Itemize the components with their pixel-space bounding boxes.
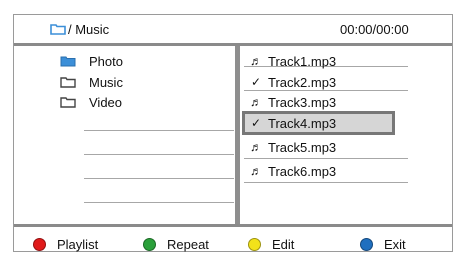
button-label: Edit: [272, 236, 295, 252]
folder-icon: [60, 96, 76, 108]
folder-icon: [60, 76, 76, 88]
row-separator: [244, 158, 408, 159]
red-button-icon: [33, 237, 46, 251]
current-path: / Music: [50, 19, 109, 39]
repeat-button[interactable]: Repeat: [143, 234, 209, 254]
track-label: Track4.mp3: [268, 115, 337, 131]
track-item[interactable]: ♬ Track3.mp3: [248, 93, 336, 111]
music-note-icon: ♬: [250, 164, 262, 178]
folder-label: Music: [89, 74, 123, 90]
folder-label: Video: [89, 94, 123, 110]
check-icon: ✓: [250, 116, 262, 130]
folder-item-photo[interactable]: Photo: [60, 52, 123, 70]
music-note-icon: ♬: [250, 54, 262, 68]
column-divider: [235, 46, 240, 224]
folder-icon: [50, 23, 66, 35]
track-item[interactable]: ♬ Track1.mp3: [248, 52, 336, 70]
folder-item-music[interactable]: Music: [60, 73, 123, 91]
button-label: Repeat: [167, 236, 209, 252]
track-item[interactable]: ✓ Track2.mp3: [248, 73, 336, 91]
track-item-selected[interactable]: ✓ Track4.mp3: [248, 114, 336, 132]
playback-time: 00:00/00:00: [340, 22, 409, 37]
path-label: / Music: [68, 21, 110, 37]
track-item[interactable]: ♬ Track5.mp3: [248, 138, 336, 156]
row-separator: [84, 130, 234, 131]
header-divider: [14, 43, 452, 46]
folder-item-video[interactable]: Video: [60, 93, 122, 111]
track-label: Track3.mp3: [268, 94, 337, 110]
music-note-icon: ♬: [250, 95, 262, 109]
footer-divider: [14, 224, 452, 227]
exit-button[interactable]: Exit: [360, 234, 406, 254]
track-label: Track5.mp3: [268, 139, 337, 155]
music-note-icon: ♬: [250, 140, 262, 154]
green-button-icon: [143, 237, 156, 251]
yellow-button-icon: [248, 237, 261, 251]
blue-button-icon: [360, 237, 373, 251]
folder-icon: [60, 55, 76, 67]
row-separator: [84, 178, 234, 179]
row-separator: [84, 202, 234, 203]
track-label: Track2.mp3: [268, 74, 337, 90]
playlist-button[interactable]: Playlist: [33, 234, 98, 254]
edit-button[interactable]: Edit: [248, 234, 294, 254]
button-label: Playlist: [57, 236, 99, 252]
button-label: Exit: [384, 236, 406, 252]
check-icon: ✓: [250, 75, 262, 89]
row-separator: [84, 154, 234, 155]
folder-label: Photo: [89, 53, 123, 69]
row-separator: [244, 182, 408, 183]
track-item[interactable]: ♬ Track6.mp3: [248, 162, 336, 180]
track-label: Track1.mp3: [268, 53, 337, 69]
track-label: Track6.mp3: [268, 163, 337, 179]
